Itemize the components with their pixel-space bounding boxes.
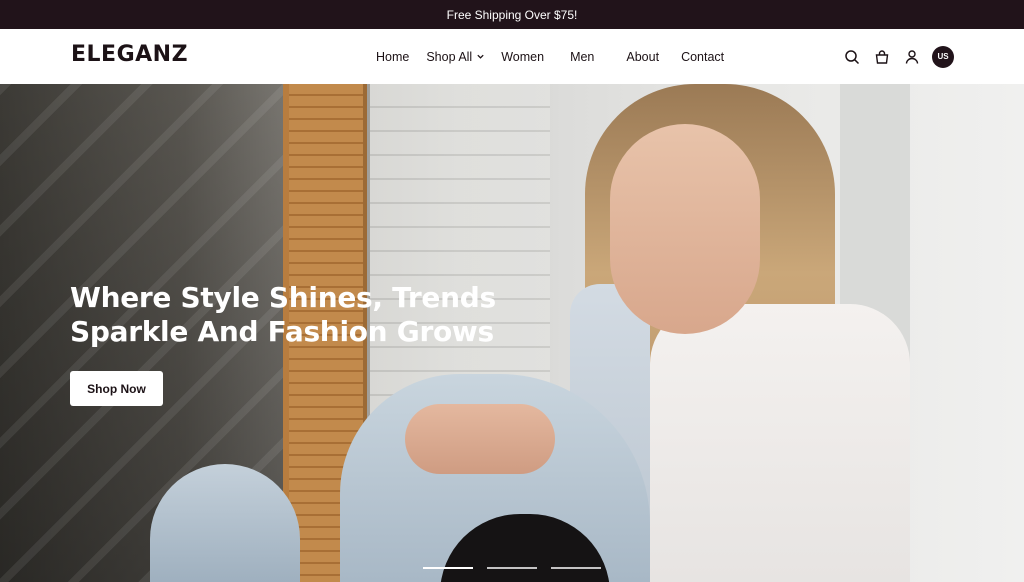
nav-men[interactable]: Men [570, 50, 594, 64]
hero-model-face [610, 124, 760, 334]
nav-shop-all[interactable]: Shop All [426, 50, 485, 64]
nav-women-label: Women [501, 49, 545, 64]
hero-title-line-1: Where Style Shines, Trends [70, 281, 496, 314]
slide-dot-1[interactable] [423, 567, 473, 569]
nav-contact[interactable]: Contact [681, 50, 724, 64]
chevron-down-icon [477, 54, 484, 59]
user-icon[interactable] [904, 49, 920, 65]
hero-model-hand [405, 404, 555, 474]
hero-title-line-2: Sparkle And Fashion Grows [70, 315, 494, 348]
nav-women[interactable]: Women [501, 50, 544, 64]
logo[interactable]: ELEGANZ [71, 42, 188, 67]
announcement-text: Free Shipping Over $75! [446, 7, 578, 22]
nav-home-label: Home [376, 49, 410, 64]
slide-dot-3[interactable] [551, 567, 601, 569]
shop-now-button[interactable]: Shop Now [70, 371, 163, 406]
search-icon[interactable] [844, 49, 860, 65]
hero-title: Where Style Shines, Trends Sparkle And F… [70, 281, 520, 349]
nav-men-label: Men [570, 49, 595, 64]
locale-selector[interactable]: US [932, 45, 954, 68]
nav-about[interactable]: About [626, 50, 659, 64]
header-actions: US [830, 29, 954, 84]
nav-home[interactable]: Home [376, 50, 409, 64]
main-nav: Home Shop All Women Men About Contact [376, 29, 724, 84]
slide-dot-2[interactable] [487, 567, 537, 569]
site-header: ELEGANZ Home Shop All Women Men About Co… [0, 29, 1024, 84]
bag-icon[interactable] [874, 49, 890, 65]
hero-banner: Where Style Shines, Trends Sparkle And F… [0, 84, 1024, 582]
nav-about-label: About [626, 49, 660, 64]
hero-model-top [650, 304, 910, 582]
nav-contact-label: Contact [681, 49, 725, 64]
nav-shop-all-label: Shop All [426, 49, 473, 64]
slider-pagination [423, 567, 615, 569]
announcement-bar: Free Shipping Over $75! [0, 0, 1024, 29]
